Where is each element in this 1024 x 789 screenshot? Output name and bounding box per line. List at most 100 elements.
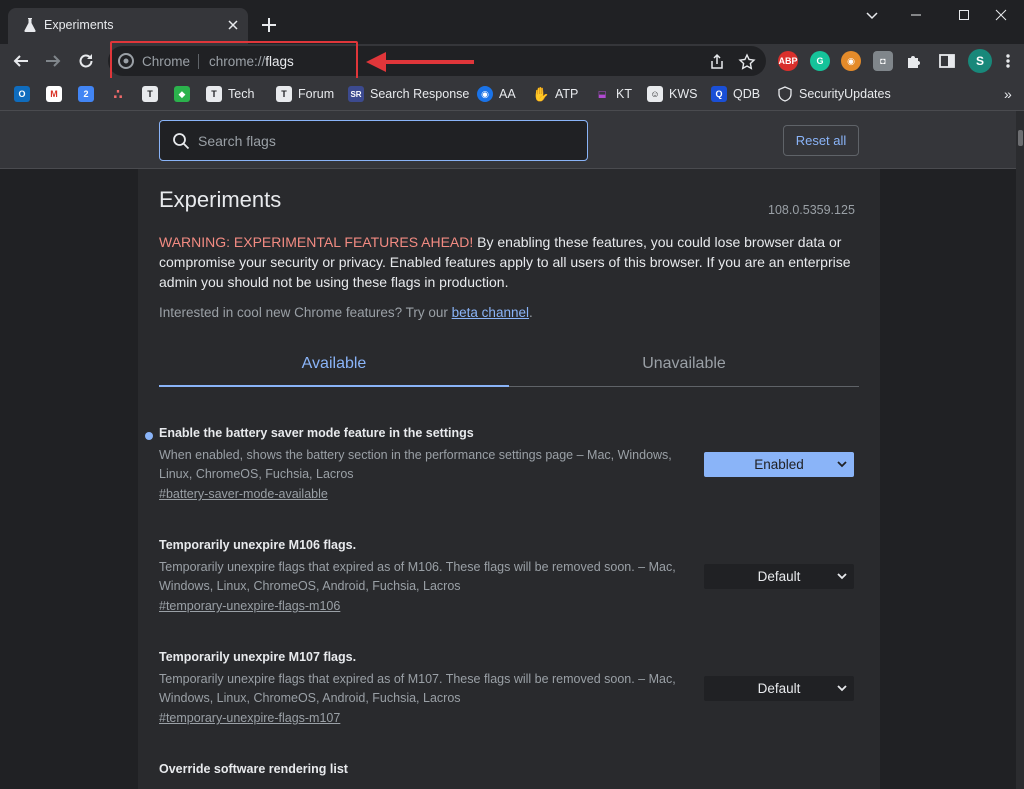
reload-button[interactable] <box>73 48 99 74</box>
chevron-down-icon[interactable] <box>862 8 882 24</box>
asana-icon: ∴ <box>113 85 123 102</box>
page-title: Experiments <box>159 187 282 212</box>
bookmark-atp[interactable]: ✋ ATP <box>532 84 578 104</box>
reddit-extension-icon[interactable]: ◉ <box>841 51 861 71</box>
annotation-highlight-box <box>110 41 358 82</box>
side-panel-icon[interactable] <box>938 52 956 70</box>
beta-channel-link[interactable]: beta channel <box>452 305 529 320</box>
adblock-label: ABP <box>778 56 798 66</box>
t-icon: T <box>276 86 292 102</box>
flag-select-value: Enabled <box>754 457 804 472</box>
double-chevron-right-icon: » <box>1004 86 1012 102</box>
tab-experiments[interactable]: Experiments <box>8 8 248 44</box>
flag-title: Temporarily unexpire M107 flags. <box>159 650 357 664</box>
chevron-down-icon <box>837 685 847 692</box>
minimize-button[interactable] <box>893 0 939 30</box>
flag-title: Temporarily unexpire M106 flags. <box>159 538 357 552</box>
bookmark-item[interactable]: T <box>142 84 164 104</box>
profile-avatar[interactable]: S <box>968 49 992 73</box>
bookmark-security-updates[interactable]: SecurityUpdates <box>777 84 891 104</box>
flag-item: Temporarily unexpire M107 flags. Tempora… <box>159 650 859 725</box>
minimize-icon <box>911 14 921 16</box>
chevron-down-icon <box>837 461 847 468</box>
flask-icon <box>24 18 36 32</box>
profile-initial: S <box>975 54 984 68</box>
flag-link[interactable]: #battery-saver-mode-available <box>159 487 859 501</box>
bookmark-label: Tech <box>228 87 255 101</box>
grammarly-extension-icon[interactable]: G <box>810 51 830 71</box>
bookmark-qdb[interactable]: Q QDB <box>711 84 760 104</box>
arrow-right-icon <box>46 55 61 67</box>
t-icon: T <box>206 86 222 102</box>
bookmark-label: Forum <box>298 87 335 101</box>
flags-page: Reset all Experiments 108.0.5359.125 WAR… <box>0 111 1016 789</box>
bookmark-tech[interactable]: T Tech <box>206 84 254 104</box>
q-icon: Q <box>711 86 727 102</box>
search-input[interactable] <box>196 131 576 151</box>
warning-text: WARNING: EXPERIMENTAL FEATURES AHEAD! By… <box>159 232 859 292</box>
bookmark-forum[interactable]: T Forum <box>276 84 334 104</box>
search-icon <box>173 133 190 150</box>
menu-icon[interactable] <box>1000 52 1016 70</box>
flag-select[interactable]: Enabled <box>704 452 854 477</box>
tab-unavailable[interactable]: Unavailable <box>509 347 859 387</box>
annotation-arrow-icon <box>366 52 474 72</box>
puzzle-icon[interactable] <box>905 52 923 70</box>
close-window-button[interactable] <box>978 0 1024 30</box>
beta-text: Interested in cool new Chrome features? … <box>159 305 452 320</box>
bookmark-aa[interactable]: ◉ AA <box>477 84 516 104</box>
tab-available[interactable]: Available <box>159 347 509 387</box>
search-box[interactable] <box>159 120 588 161</box>
bookmark-item[interactable]: 2 <box>78 84 100 104</box>
warning-label: WARNING: EXPERIMENTAL FEATURES AHEAD! <box>159 234 474 250</box>
bookmark-item[interactable]: ◆ <box>174 84 196 104</box>
beta-note: Interested in cool new Chrome features? … <box>159 305 533 320</box>
camera-extension-icon[interactable]: ◘ <box>873 51 893 71</box>
flag-link[interactable]: #temporary-unexpire-flags-m107 <box>159 711 859 725</box>
star-icon[interactable] <box>738 53 756 71</box>
bookmarks-overflow-button[interactable]: » <box>1004 84 1012 104</box>
bookmark-kws[interactable]: ☺ KWS <box>647 84 697 104</box>
flag-title: Override software rendering list <box>159 762 348 776</box>
bookmark-label: QDB <box>733 87 761 101</box>
bookmark-kt[interactable]: ⬓ KT <box>594 84 632 104</box>
kt-icon: ⬓ <box>597 88 607 99</box>
flag-select[interactable]: Default <box>704 564 854 589</box>
share-icon[interactable] <box>708 53 726 71</box>
kws-icon: ☺ <box>647 86 663 102</box>
gmail-icon: M <box>46 86 62 102</box>
version-label: 108.0.5359.125 <box>768 203 855 217</box>
feedly-icon: ◆ <box>174 86 190 102</box>
reset-all-button[interactable]: Reset all <box>783 125 859 156</box>
bookmark-label: AA <box>499 87 516 101</box>
bookmark-item[interactable]: O <box>14 84 36 104</box>
hand-icon: ✋ <box>532 85 550 102</box>
arrow-left-icon <box>13 55 28 67</box>
tab-strip: Experiments <box>0 0 1024 44</box>
scrollbar[interactable] <box>1016 111 1024 789</box>
flag-description: Temporarily unexpire flags that expired … <box>159 672 676 705</box>
bookmark-label: SecurityUpdates <box>799 87 891 101</box>
flag-select[interactable]: Default <box>704 676 854 701</box>
flag-select-value: Default <box>757 569 801 584</box>
shield-icon <box>778 86 792 102</box>
bookmarks-bar: O M 2 ∴ T ◆ T Tech T Forum SR Search Respon… <box>0 78 1024 111</box>
tab-title: Experiments <box>44 18 114 32</box>
outlook-icon: O <box>14 86 30 102</box>
back-button[interactable] <box>8 48 34 74</box>
bookmark-label: KWS <box>669 87 698 101</box>
scrollbar-thumb[interactable] <box>1018 130 1023 146</box>
new-tab-icon[interactable] <box>258 14 280 36</box>
flag-select-value: Default <box>757 681 801 696</box>
bookmark-search-response[interactable]: SR Search Response <box>348 84 469 104</box>
bookmark-item[interactable]: ∴ <box>110 84 132 104</box>
adblock-extension-icon[interactable]: ABP <box>778 51 798 71</box>
close-tab-icon[interactable] <box>224 16 242 34</box>
flag-item: Enable the battery saver mode feature in… <box>145 426 859 501</box>
forward-button[interactable] <box>40 48 66 74</box>
flag-item: Override software rendering list <box>159 762 859 776</box>
flag-item: Temporarily unexpire M106 flags. Tempora… <box>159 538 859 613</box>
bookmark-label: Search Response <box>370 87 470 101</box>
bookmark-item[interactable]: M <box>46 84 68 104</box>
flag-link[interactable]: #temporary-unexpire-flags-m106 <box>159 599 859 613</box>
